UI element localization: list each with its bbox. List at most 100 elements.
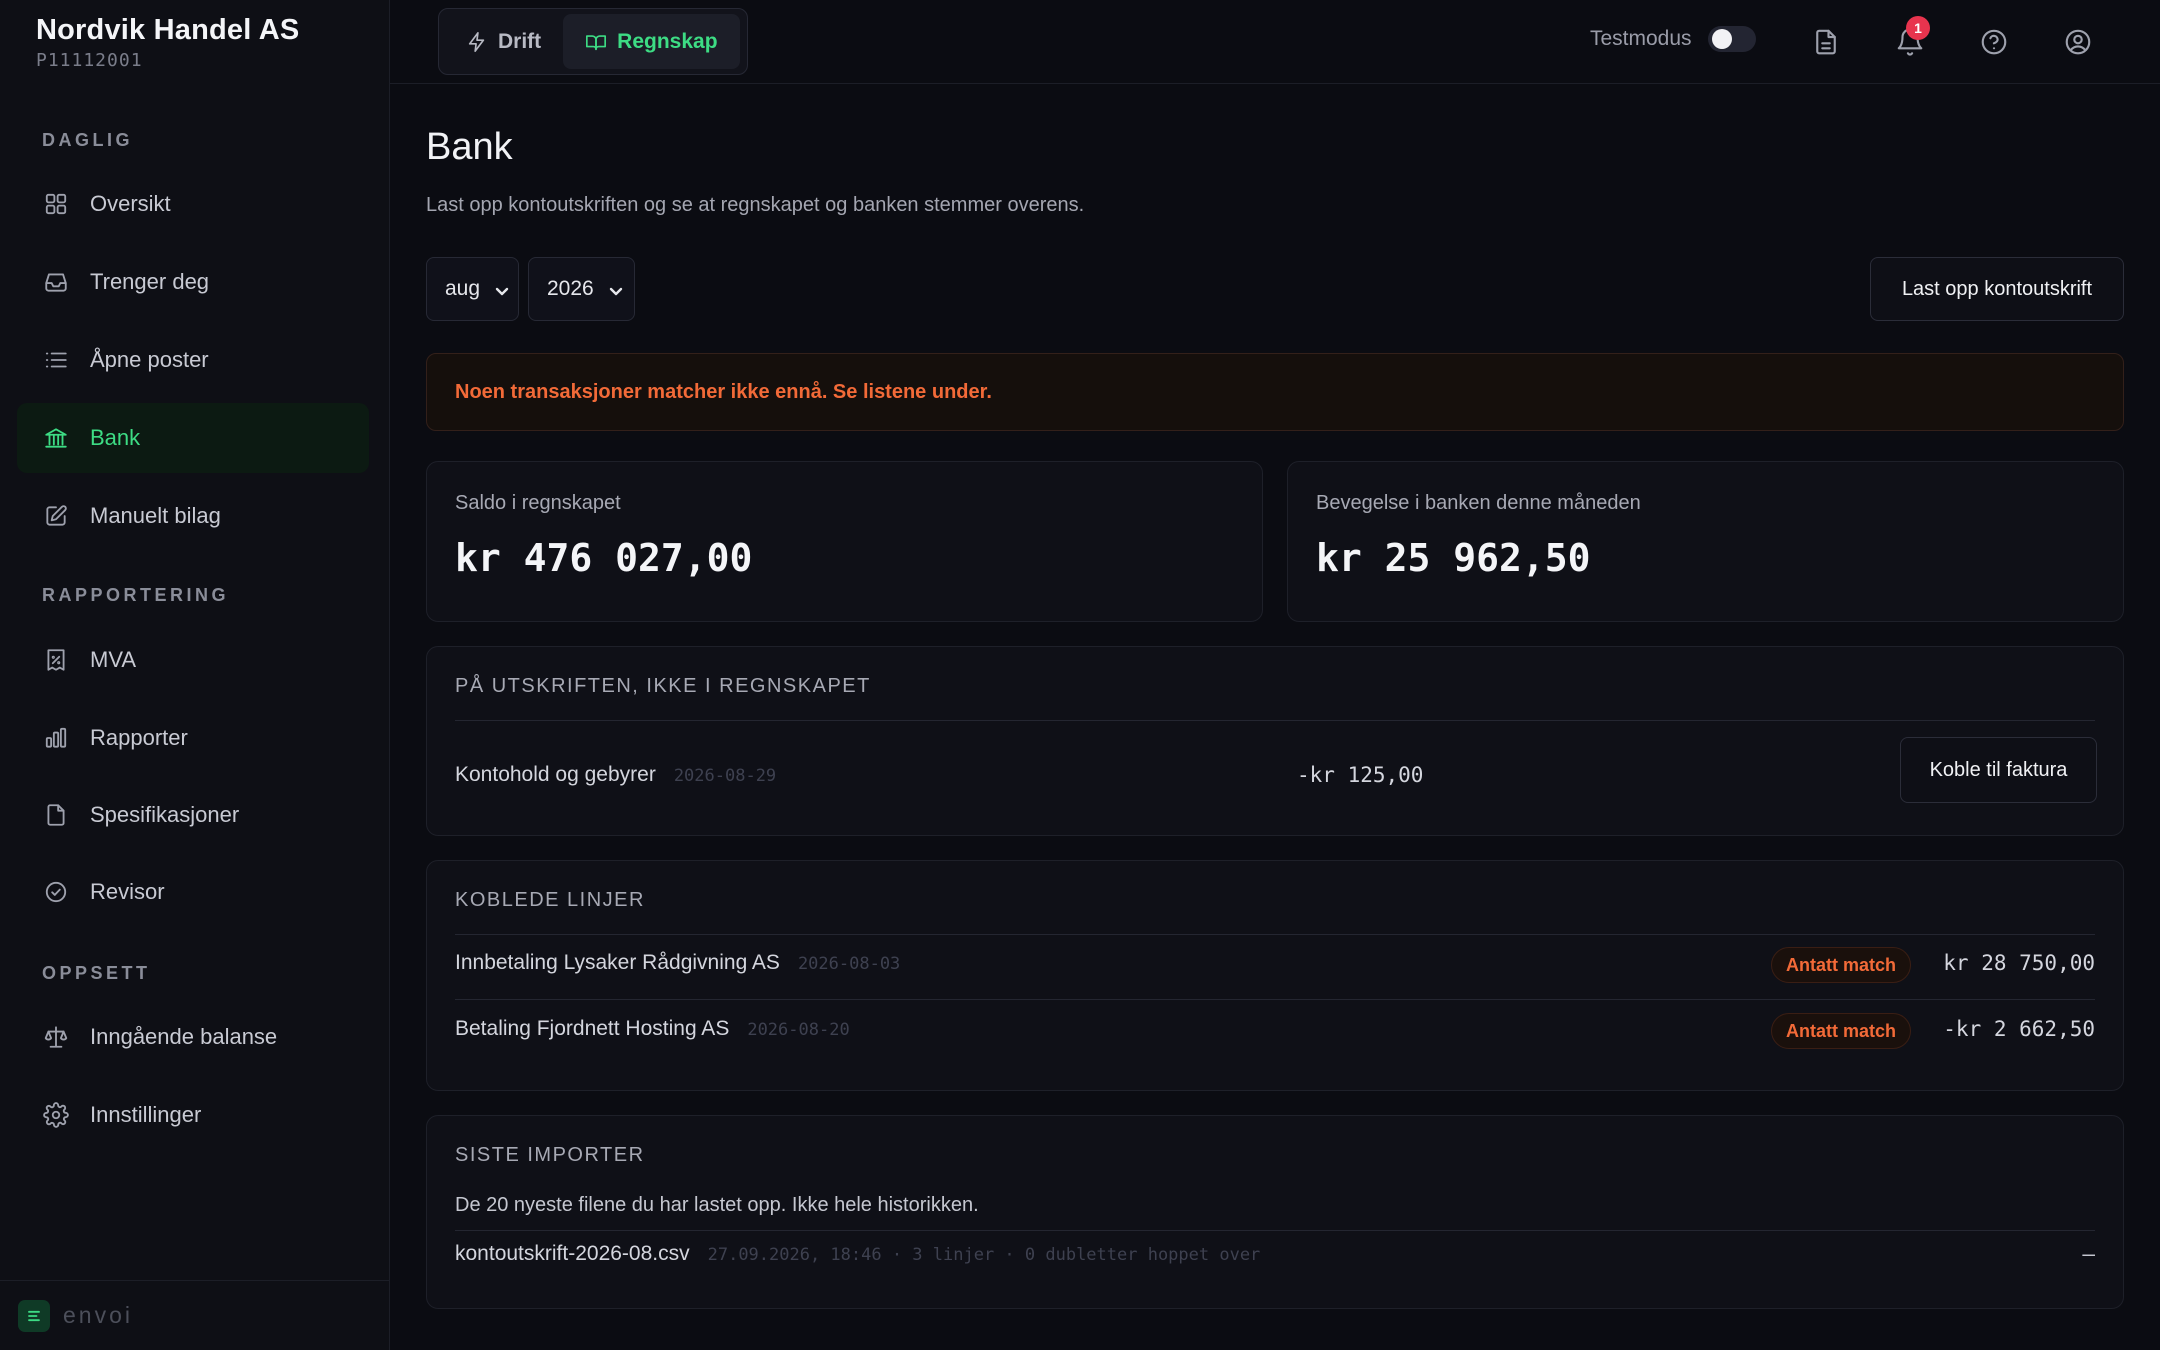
unmatched-row-title: Kontohold og gebyrer 2026-08-29 <box>455 763 776 787</box>
divider <box>455 720 2095 721</box>
toggle-knob <box>1711 29 1732 49</box>
linked-row-amount: -kr 2 662,50 <box>1943 1017 2095 1041</box>
help-icon <box>1981 29 2007 55</box>
grid-icon <box>42 190 70 218</box>
linked-row-amount: kr 28 750,00 <box>1943 951 2095 975</box>
bank-movement-label: Bevegelse i banken denne måneden <box>1316 492 1641 514</box>
book-icon <box>586 34 607 50</box>
row-title-text: Kontohold og gebyrer <box>455 763 656 786</box>
check-circle-icon <box>42 878 70 906</box>
bank-icon <box>42 424 70 452</box>
sidebar-item-rapporter[interactable]: Rapporter <box>17 703 369 773</box>
company-id: P11112001 <box>36 50 143 71</box>
sidebar-item-label: MVA <box>90 647 137 672</box>
tab-drift[interactable]: Drift <box>444 14 563 69</box>
sidebar-item-label: Spesifikasjoner <box>90 802 240 827</box>
upload-statement-button[interactable]: Last opp kontoutskrift <box>1870 257 2124 321</box>
chevron-down-icon <box>608 281 624 297</box>
year-value: 2026 <box>547 277 594 300</box>
sidebar: Nordvik Handel AS P11112001 DAGLIG Overs… <box>0 0 390 1350</box>
sidebar-item-bank[interactable]: Bank <box>17 403 369 473</box>
sidebar-footer: envoi <box>0 1280 390 1350</box>
sidebar-item-manuelt-bilag[interactable]: Manuelt bilag <box>17 481 369 551</box>
row-date: 2026-08-29 <box>673 766 777 786</box>
import-meta: 27.09.2026, 18:46 · 3 linjer · 0 dublett… <box>707 1245 1261 1265</box>
divider <box>455 999 2095 1000</box>
tab-label: Regnskap <box>617 29 718 53</box>
document-icon <box>1816 29 1836 55</box>
import-file-name: kontoutskrift-2026-08.csv <box>455 1242 690 1265</box>
testmode-label: Testmodus <box>1590 27 1692 50</box>
year-select[interactable]: 2026 <box>528 257 635 321</box>
notification-badge: 1 <box>1906 16 1930 40</box>
sidebar-item-revisor[interactable]: Revisor <box>17 857 369 927</box>
linked-lines-card: KOBLEDE LINJER Innbetaling Lysaker Rådgi… <box>426 860 2124 1091</box>
edit-icon <box>42 502 70 530</box>
page-title: Bank <box>426 126 513 168</box>
status-badge: Antatt match <box>1771 1013 1912 1049</box>
row-title-text: Innbetaling Lysaker Rådgivning AS <box>455 951 780 974</box>
bank-movement-value: kr 25 962,50 <box>1316 536 1591 580</box>
row-date: 2026-08-20 <box>747 1020 850 1040</box>
brand-name: envoi <box>63 1302 133 1328</box>
sidebar-item-innstillinger[interactable]: Innstillinger <box>17 1080 369 1150</box>
tab-regnskap[interactable]: Regnskap <box>563 14 740 69</box>
month-select[interactable]: aug <box>426 257 519 321</box>
row-date: 2026-08-03 <box>797 954 901 974</box>
divider <box>455 934 2095 935</box>
sidebar-item-label: Revisor <box>90 879 165 904</box>
chevron-down-icon <box>494 281 510 297</box>
page-subtitle: Last opp kontoutskriften og se at regnsk… <box>426 194 1085 216</box>
tab-label: Drift <box>498 29 542 53</box>
sidebar-item-label: Oversikt <box>90 191 171 216</box>
imports-note: De 20 nyeste filene du har lastet opp. I… <box>455 1194 979 1216</box>
bolt-icon <box>468 31 485 52</box>
list-icon <box>42 346 70 374</box>
sidebar-item-inngaende-balanse[interactable]: Inngående balanse <box>17 1002 369 1072</box>
document-button[interactable] <box>1806 22 1846 62</box>
gear-icon <box>42 1101 70 1129</box>
linked-heading: KOBLEDE LINJER <box>455 889 645 911</box>
import-row-action[interactable]: – <box>2082 1242 2095 1266</box>
user-circle-icon <box>2065 29 2091 55</box>
unmatched-row-amount: -kr 125,00 <box>1297 763 1424 787</box>
bar-chart-icon <box>42 724 70 752</box>
mode-switcher: Drift Regnskap <box>438 8 748 75</box>
testmode-toggle[interactable] <box>1707 26 1756 52</box>
imports-heading: SISTE IMPORTER <box>455 1144 645 1166</box>
mismatch-alert: Noen transaksjoner matcher ikke ennå. Se… <box>426 353 2124 431</box>
file-icon <box>42 801 70 829</box>
sidebar-item-mva[interactable]: MVA <box>17 625 369 695</box>
company-name: Nordvik Handel AS <box>36 14 300 46</box>
sidebar-item-label: Bank <box>90 425 141 450</box>
row-title-text: Betaling Fjordnett Hosting AS <box>455 1017 730 1040</box>
envoi-logo-icon <box>18 1299 50 1332</box>
sidebar-item-oversikt[interactable]: Oversikt <box>17 169 369 239</box>
sidebar-item-apne-poster[interactable]: Åpne poster <box>17 325 369 395</box>
scale-icon <box>42 1023 70 1051</box>
ledger-balance-value: kr 476 027,00 <box>455 536 753 580</box>
company-header: Nordvik Handel AS P11112001 <box>36 14 299 71</box>
recent-imports-card: SISTE IMPORTER De 20 nyeste filene du ha… <box>426 1115 2124 1309</box>
sidebar-item-label: Innstillinger <box>90 1102 202 1127</box>
topbar: Drift Regnskap Testmodus 1 <box>390 0 2160 84</box>
section-label-daglig: DAGLIG <box>42 130 133 150</box>
import-row: kontoutskrift-2026-08.csv 27.09.2026, 18:… <box>455 1242 1260 1266</box>
sidebar-item-trenger-deg[interactable]: Trenger deg <box>17 247 369 317</box>
status-badge: Antatt match <box>1771 947 1912 983</box>
receipt-percent-icon <box>42 646 70 674</box>
sidebar-item-label: Inngående balanse <box>90 1024 278 1049</box>
notifications-button[interactable]: 1 <box>1890 16 1930 62</box>
ledger-balance-card: Saldo i regnskapet kr 476 027,00 <box>426 461 1263 622</box>
unmatched-card: PÅ UTSKRIFTEN, IKKE I REGNSKAPET Kontoho… <box>426 646 2124 836</box>
help-button[interactable] <box>1974 22 2014 62</box>
account-button[interactable] <box>2058 22 2098 62</box>
link-to-invoice-button[interactable]: Koble til faktura <box>1900 737 2097 803</box>
divider <box>455 1230 2095 1231</box>
sidebar-item-spesifikasjoner[interactable]: Spesifikasjoner <box>17 780 369 850</box>
linked-row-title: Betaling Fjordnett Hosting AS 2026-08-20 <box>455 1017 850 1041</box>
unmatched-heading: PÅ UTSKRIFTEN, IKKE I REGNSKAPET <box>455 675 871 697</box>
month-value: aug <box>445 277 481 300</box>
section-label-oppsett: OPPSETT <box>42 963 151 983</box>
bank-movement-card: Bevegelse i banken denne måneden kr 25 9… <box>1287 461 2124 622</box>
